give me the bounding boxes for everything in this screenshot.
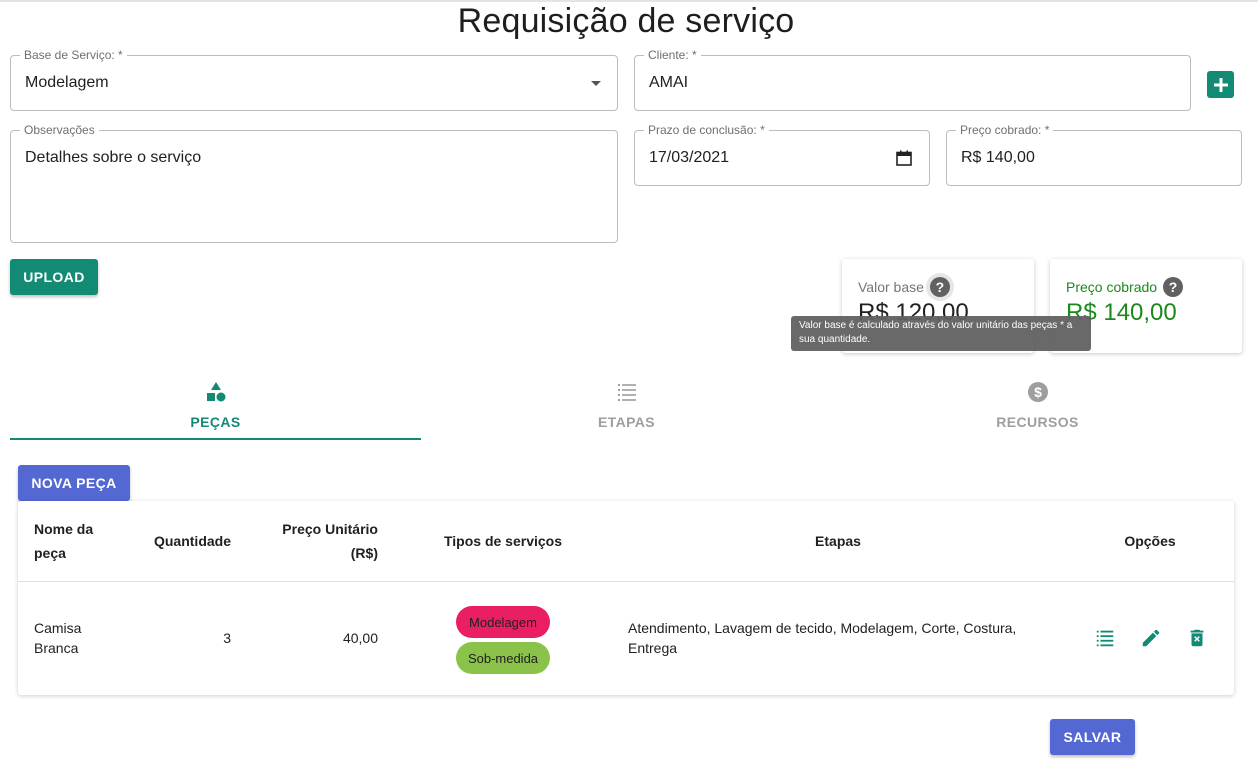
header-opcoes: Opções xyxy=(1124,533,1176,549)
cliente-value: AMAI xyxy=(649,74,689,91)
tab-pecas[interactable]: PEÇAS xyxy=(10,370,421,440)
cliente-label: Cliente: * xyxy=(644,48,701,62)
money-icon: $ xyxy=(1027,382,1048,402)
salvar-button[interactable]: SALVAR xyxy=(1050,719,1135,755)
dropdown-arrow-icon[interactable] xyxy=(591,81,601,86)
header-divider xyxy=(18,581,1234,582)
tab-label: RECURSOS xyxy=(996,414,1079,430)
header-preco: Preço Unitário (R$) xyxy=(282,521,378,561)
prazo-value: 17/03/2021 xyxy=(649,149,730,166)
cliente-field[interactable]: Cliente: * AMAI xyxy=(634,48,1191,111)
preco-label: Preço cobrado: * xyxy=(956,123,1054,137)
observacoes-label: Observações xyxy=(20,123,99,137)
page-title: Requisição de serviço xyxy=(457,2,795,40)
upload-button[interactable]: UPLOAD xyxy=(10,259,98,295)
base-servico-value: Modelagem xyxy=(25,74,109,91)
calendar-icon[interactable] xyxy=(896,150,912,166)
nova-peca-button[interactable]: NOVA PEÇA xyxy=(18,465,130,501)
header-etapas: Etapas xyxy=(815,533,861,549)
prazo-date-field[interactable]: Prazo de conclusão: * 17/03/2021 xyxy=(634,123,930,186)
cell-preco: 40,00 xyxy=(342,630,378,646)
help-icon[interactable]: ? xyxy=(929,277,950,297)
observacoes-value: Detalhes sobre o serviço xyxy=(25,149,202,166)
chip-modelagem: Modelagem xyxy=(456,606,550,638)
help-icon[interactable]: ? xyxy=(1163,277,1184,297)
active-tab-indicator xyxy=(10,438,421,440)
edit-icon[interactable] xyxy=(1140,627,1162,649)
cell-nome: Camisa Branca xyxy=(34,620,82,656)
delete-icon[interactable] xyxy=(1186,627,1208,649)
prazo-label: Prazo de conclusão: * xyxy=(644,123,769,137)
plus-icon xyxy=(1213,77,1228,92)
pecas-table: Nome da peça Quantidade Preço Unitário (… xyxy=(18,501,1234,695)
shapes-icon xyxy=(206,382,225,402)
valor-base-tooltip: Valor base é calculado através do valor … xyxy=(791,316,1091,351)
header-tipos: Tipos de serviços xyxy=(443,533,562,549)
preco-value: R$ 140,00 xyxy=(961,149,1035,166)
base-servico-select[interactable]: Base de Serviço: * Modelagem xyxy=(10,48,618,111)
preco-cobrado-label: Preço cobrado xyxy=(1066,279,1158,295)
tab-etapas[interactable]: ETAPAS xyxy=(421,370,832,440)
cell-quantidade: 3 xyxy=(223,630,231,646)
tab-bar: PEÇAS ETAPAS $ RECURSOS xyxy=(10,370,1242,442)
tab-recursos[interactable]: $ RECURSOS xyxy=(832,370,1243,440)
add-cliente-button[interactable] xyxy=(1207,71,1234,98)
svg-text:$: $ xyxy=(1034,384,1042,400)
valor-base-label: Valor base xyxy=(858,279,924,295)
header-nome: Nome da peça xyxy=(34,521,94,561)
list-icon[interactable] xyxy=(1094,627,1116,649)
tab-label: ETAPAS xyxy=(597,414,656,430)
base-servico-label: Base de Serviço: * xyxy=(20,48,127,62)
tab-label: PEÇAS xyxy=(190,414,241,430)
chip-sob-medida: Sob-medida xyxy=(456,642,550,674)
observacoes-textarea[interactable]: Observações Detalhes sobre o serviço xyxy=(10,123,618,243)
header-quantidade: Quantidade xyxy=(153,533,231,549)
preco-field[interactable]: Preço cobrado: * R$ 140,00 xyxy=(946,123,1242,186)
list-icon xyxy=(617,384,636,401)
cell-etapas: Atendimento, Lavagem de tecido, Modelage… xyxy=(628,620,1017,656)
